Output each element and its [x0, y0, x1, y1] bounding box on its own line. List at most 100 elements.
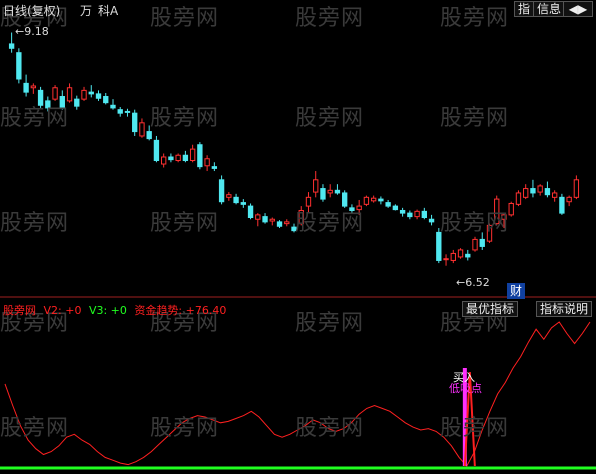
watermark: 股旁网 — [295, 416, 365, 441]
indicator-legend: 股旁网 V2: +0 V3: +0 资金趋势: +76.40 — [3, 302, 230, 318]
candle-body — [284, 221, 290, 225]
candle-body — [508, 202, 514, 216]
unit-label: 万 — [80, 4, 93, 18]
candle-body — [327, 189, 333, 194]
candle-body — [95, 93, 102, 99]
candle-body — [168, 156, 174, 161]
candle-body — [370, 197, 377, 202]
legend-indicator-name: 股旁网 — [3, 304, 36, 317]
candle-body — [269, 218, 275, 222]
candle-body — [479, 238, 485, 247]
candle-body — [472, 238, 478, 251]
sub-label: 科A — [98, 4, 119, 18]
candle-body — [515, 192, 522, 205]
candle-body — [551, 192, 558, 198]
candle-body — [255, 214, 261, 220]
candle-body — [247, 205, 254, 218]
candle-body — [146, 131, 152, 140]
candle-body — [313, 179, 319, 193]
watermark: 股旁网 — [440, 106, 510, 131]
candle-body — [457, 249, 464, 258]
candle-body — [211, 166, 218, 169]
watermark: 股旁网 — [0, 416, 70, 441]
fund-trend-line — [4, 321, 591, 467]
candle-body — [226, 194, 232, 198]
candle-body — [465, 253, 471, 258]
candle-body — [153, 139, 160, 162]
legend-fund-trend: 资金趋势: +76.40 — [134, 304, 227, 317]
candle-body — [197, 144, 203, 168]
candle-body — [124, 110, 131, 113]
candle-body — [30, 85, 37, 89]
candle-body — [233, 196, 239, 204]
candle-body — [218, 179, 225, 203]
watermark: 股旁网 — [295, 106, 365, 131]
watermark: 股旁网 — [0, 211, 70, 236]
candle-body — [443, 258, 449, 261]
low-buy-point-label: 低吸点 — [449, 382, 482, 395]
candle-body — [399, 209, 406, 214]
candle-body — [52, 87, 58, 100]
candle-body — [544, 188, 551, 196]
candle-body — [523, 188, 529, 198]
candle-body — [392, 205, 399, 211]
tab-info[interactable]: 信息 — [533, 1, 566, 17]
candle-body — [175, 154, 181, 162]
candle-body — [363, 196, 370, 205]
candle-body — [74, 98, 80, 107]
candle-body — [566, 196, 572, 203]
candle-body — [66, 87, 73, 102]
watermark: 股旁网 — [150, 106, 220, 131]
candle-body — [110, 104, 116, 109]
candle-body — [160, 156, 167, 165]
candle-body — [530, 188, 536, 194]
candle-body — [139, 122, 145, 137]
indicator-chart — [0, 321, 596, 470]
chart-canvas: ←9.18 ←6.52 — [0, 25, 596, 470]
watermark: 股旁网 — [150, 211, 220, 236]
candle-body — [537, 185, 543, 193]
candle-body — [23, 82, 29, 93]
candle-body — [428, 218, 435, 223]
candle-body — [414, 210, 420, 218]
legend-v3: V3: +0 — [88, 304, 127, 317]
price-min-label: ←6.52 — [456, 276, 490, 289]
watermark: 股旁网 — [440, 416, 510, 441]
watermark: 股旁网 — [295, 211, 365, 236]
candle-body — [204, 158, 210, 167]
candle-body — [262, 216, 268, 223]
period-label[interactable]: 日线(复权) — [3, 2, 60, 19]
watermark: 股旁网 — [295, 311, 365, 336]
candle-body — [334, 189, 341, 194]
finance-badge[interactable]: 财 — [507, 283, 526, 299]
candle-body — [182, 154, 189, 162]
legend-v2: V2: +0 — [43, 304, 82, 317]
candle-body — [320, 188, 326, 200]
watermark: 股旁网 — [295, 6, 365, 31]
candle-body — [385, 202, 391, 207]
candle-body — [378, 198, 384, 202]
nav-arrows-button[interactable]: ◀▶ — [563, 1, 593, 17]
candle-body — [132, 112, 138, 133]
candle-body — [16, 52, 22, 80]
indicator-help-button[interactable]: 指标说明 — [536, 301, 593, 317]
candle-body — [117, 109, 123, 114]
watermark: 股旁网 — [440, 211, 510, 236]
candle-body — [81, 89, 87, 100]
watermark: 股旁网 — [150, 6, 220, 31]
tab-index[interactable]: 指 — [514, 1, 535, 17]
watermark: 股旁网 — [0, 106, 70, 131]
candle-body — [573, 179, 580, 198]
candle-body — [559, 196, 565, 214]
watermark: 股旁网 — [440, 6, 510, 31]
candle-body — [407, 212, 413, 218]
best-indicator-button[interactable]: 最优指标 — [462, 301, 519, 317]
left-right-arrows-icon: ◀▶ — [568, 2, 588, 16]
candle-body — [240, 202, 246, 205]
candle-body — [189, 148, 196, 162]
candle-body — [103, 96, 109, 104]
candle-body — [8, 43, 15, 49]
candle-body — [450, 252, 456, 261]
candle-body — [276, 221, 283, 227]
watermark: 股旁网 — [150, 416, 220, 441]
